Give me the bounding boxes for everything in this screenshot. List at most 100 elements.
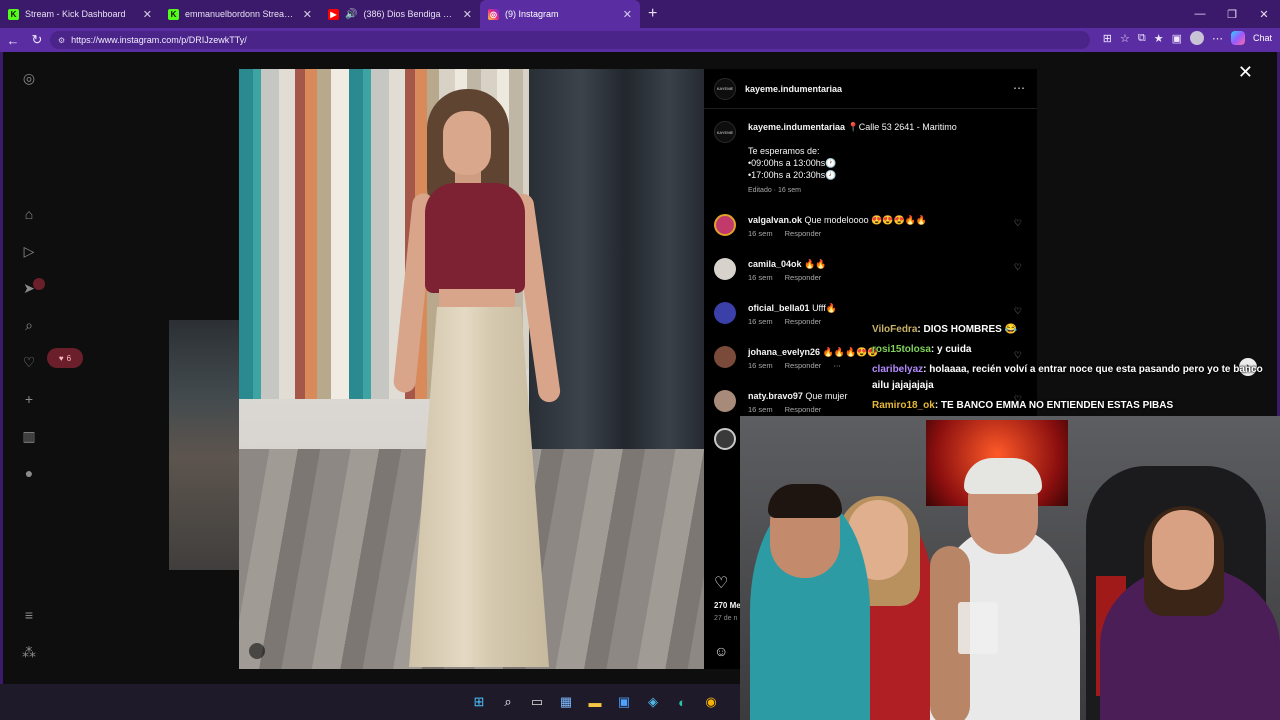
reply-button[interactable]: Responder	[785, 405, 822, 414]
tab-kick-stream[interactable]: K emmanuelbordonn Stream - Watch ✕	[160, 0, 320, 28]
browser-tab-bar: K Stream - Kick Dashboard ✕ K emmanuelbo…	[0, 0, 1280, 28]
extensions-icon[interactable]: ⧉	[1138, 32, 1146, 45]
close-window-icon[interactable]: ✕	[1248, 0, 1280, 28]
back-arrow-icon[interactable]: ←	[2, 29, 24, 51]
emoji-icon[interactable]: ☺	[714, 643, 728, 659]
reply-button[interactable]: Responder	[785, 317, 822, 326]
comment-username[interactable]: camila_04ok	[748, 259, 802, 269]
refresh-icon[interactable]: ↻	[26, 29, 48, 51]
comment-text: 🔥🔥	[804, 259, 827, 269]
notifications-pill[interactable]: ♥ 6	[47, 348, 83, 368]
tagged-user-icon[interactable]	[249, 643, 265, 659]
restore-icon[interactable]: ❐	[1216, 0, 1248, 28]
caption-username[interactable]: kayeme.indumentariaa	[748, 122, 845, 132]
comment-text: Que mujer	[805, 391, 848, 401]
commenter-avatar[interactable]	[714, 214, 736, 236]
tab-title: emmanuelbordonn Stream - Watch	[185, 9, 297, 19]
collections-icon[interactable]: ▣	[1172, 32, 1182, 45]
chat-message: : DIOS HOMBRES 😂	[917, 324, 1018, 335]
app-available-icon[interactable]: ⊞	[1103, 32, 1112, 45]
close-tab-icon[interactable]: ✕	[623, 8, 632, 21]
search-icon[interactable]: ⌕	[499, 693, 517, 711]
crop-top	[425, 183, 525, 293]
instagram-logo-icon[interactable]: ◎	[21, 70, 37, 86]
comment-like-icon[interactable]: ♡	[1014, 262, 1022, 273]
likes-count[interactable]: 270 Me	[714, 601, 741, 610]
task-view-icon[interactable]: ▭	[528, 693, 546, 711]
menu-icon[interactable]: ≡	[21, 607, 37, 623]
commenter-avatar[interactable]	[714, 390, 736, 412]
comment-username[interactable]: johana_evelyn26	[748, 347, 820, 357]
more-menu-icon[interactable]: ⋯	[1212, 32, 1223, 45]
webcam-overlay	[740, 416, 1280, 720]
reply-button[interactable]: Responder	[785, 229, 822, 238]
plastic-cup	[958, 602, 998, 654]
commenter-avatar[interactable]	[714, 258, 736, 280]
vpn-icon[interactable]: ◈	[644, 693, 662, 711]
post-photo[interactable]	[239, 69, 704, 669]
reply-button[interactable]: Responder	[785, 273, 822, 282]
comment-like-icon[interactable]: ♡	[1014, 306, 1022, 317]
favorites-icon[interactable]: ★	[1154, 32, 1164, 45]
tab-instagram[interactable]: ◎ (9) Instagram ✕	[480, 0, 640, 28]
new-tab-button[interactable]: +	[648, 5, 657, 23]
messages-badge	[33, 278, 45, 290]
close-tab-icon[interactable]: ✕	[303, 8, 312, 21]
caption-line: •09:00hs a 13:00hs🕐	[748, 158, 837, 168]
store-icon[interactable]: ▣	[615, 693, 633, 711]
chat-button[interactable]: Chat	[1253, 33, 1272, 43]
commenter-avatar[interactable]	[714, 302, 736, 324]
notifications-heart-icon[interactable]: ♡	[21, 354, 37, 370]
file-explorer-icon[interactable]: ▬	[586, 693, 604, 711]
search-icon[interactable]: ⌕	[21, 317, 37, 333]
person-4-face	[1152, 510, 1214, 590]
reply-button[interactable]: Responder	[785, 361, 822, 370]
chat-username: ViloFedra	[872, 324, 918, 335]
chrome-icon[interactable]: ◉	[702, 693, 720, 711]
widgets-icon[interactable]: ▦	[557, 693, 575, 711]
copilot-icon[interactable]	[1230, 31, 1245, 45]
reels-icon[interactable]: ▷	[21, 243, 37, 259]
edited-label: Editado · 16 sem	[748, 187, 801, 194]
person-3-hair	[964, 458, 1042, 494]
tab-youtube[interactable]: ▶ 🔊 (386) Dios Bendiga Remix - A ✕	[320, 0, 480, 28]
more-apps-icon[interactable]: ⁂	[21, 644, 37, 660]
url-field[interactable]: ⚙ https://www.instagram.com/p/DRIJzewkTT…	[50, 31, 1090, 49]
caption-avatar[interactable]: KAYEME	[714, 121, 736, 143]
heart-icon: ♥	[58, 353, 64, 363]
profile-avatar[interactable]	[1189, 31, 1204, 45]
comment-username[interactable]: valgalvan.ok	[748, 215, 802, 225]
close-post-icon[interactable]: ✕	[1238, 62, 1253, 83]
post-options-icon[interactable]: ⋯	[1013, 81, 1025, 95]
youtube-icon: ▶	[328, 8, 339, 20]
instagram-sidebar: ◎ ⌂ ▷ ➤ ⌕ ♡ ♥ 6 + ▥ ● ≡ ⁂	[3, 52, 83, 684]
comment-like-icon[interactable]: ♡	[1014, 218, 1022, 229]
tab-title: (386) Dios Bendiga Remix - A	[363, 9, 456, 19]
load-more-comments-icon[interactable]	[714, 428, 736, 450]
edge-icon[interactable]: ◐	[673, 693, 691, 711]
commenter-avatar[interactable]	[714, 346, 736, 368]
windows-start-icon[interactable]: ⊞	[470, 693, 488, 711]
comment-options-icon[interactable]: ⋯	[833, 361, 841, 370]
notifications-count: 6	[66, 353, 72, 363]
close-tab-icon[interactable]: ✕	[143, 8, 152, 21]
site-info-icon[interactable]: ⚙	[58, 36, 65, 45]
caption-body: kayeme.indumentariaa 📍Calle 53 2641 - Ma…	[748, 121, 1018, 197]
account-avatar[interactable]: KAYEME	[714, 77, 736, 100]
like-post-icon[interactable]: ♡	[714, 573, 728, 593]
comment-item: camila_04ok 🔥🔥 16 sem Responder ♡	[714, 256, 1034, 292]
create-plus-icon[interactable]: +	[21, 391, 37, 407]
post-username[interactable]: kayeme.indumentariaa	[745, 84, 842, 94]
comment-username[interactable]: naty.bravo97	[748, 391, 803, 401]
kick-icon: K	[8, 8, 19, 20]
profile-icon[interactable]: ●	[21, 465, 37, 481]
dashboard-icon[interactable]: ▥	[21, 428, 37, 444]
minimize-icon[interactable]: —	[1184, 0, 1216, 28]
tab-kick-dashboard[interactable]: K Stream - Kick Dashboard ✕	[0, 0, 160, 28]
home-icon[interactable]: ⌂	[21, 206, 37, 222]
speaker-icon[interactable]: 🔊	[345, 9, 357, 20]
favorite-star-icon[interactable]: ☆	[1120, 32, 1130, 45]
close-tab-icon[interactable]: ✕	[463, 8, 472, 21]
toolbar-right: ⊞ ☆ ⧉ ★ ▣ ⋯ Chat	[1103, 31, 1272, 45]
comment-username[interactable]: oficial_bella01	[748, 303, 810, 313]
